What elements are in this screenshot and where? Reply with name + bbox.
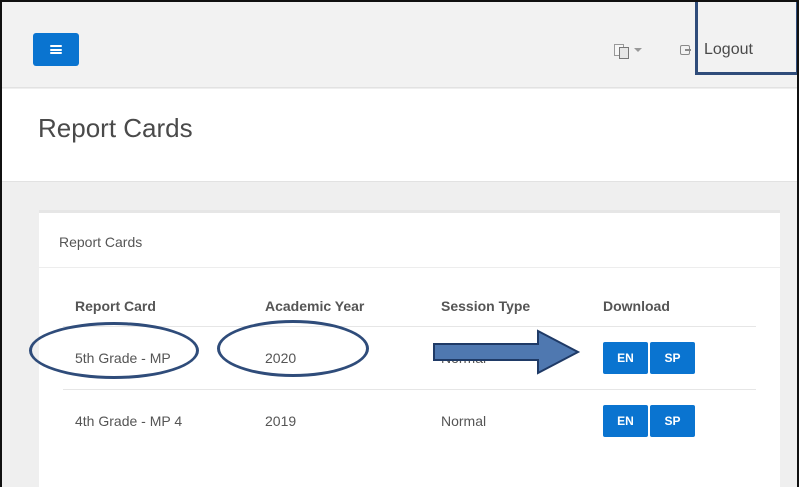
report-card-cell: 5th Grade - MP [63,326,253,390]
table-row: 4th Grade - MP 4 2019 Normal EN SP [63,389,756,452]
logout-icon [680,45,691,55]
hamburger-menu-icon [50,45,62,54]
translate-icon [614,43,629,59]
download-cell: EN SP [591,389,756,452]
top-navbar: Logout [2,2,797,88]
app-window: Logout Report Cards Report Cards Report … [0,0,799,487]
download-en-button[interactable]: EN [603,404,648,437]
report-card-cell: 4th Grade - MP 4 [75,412,183,429]
download-cell: EN SP [591,326,756,390]
page-title: Report Cards [38,113,193,143]
column-header-report-card: Report Card [63,287,253,327]
menu-toggle-button[interactable] [33,33,79,66]
column-header-download: Download [591,287,756,327]
session-type-cell: Normal [441,412,487,429]
caret-down-icon [634,48,642,52]
academic-year-cell: 2020 [253,326,429,390]
column-header-session-type: Session Type [429,287,591,327]
download-en-button[interactable]: EN [603,341,648,374]
session-type-cell: Normal [429,326,591,390]
logout-link[interactable]: Logout [680,39,753,61]
logout-label: Logout [704,41,753,58]
panel-heading: Report Cards [39,213,780,268]
download-sp-button[interactable]: SP [650,404,695,437]
table-header-row: Report Card Academic Year Session Type D… [63,287,756,327]
academic-year-cell: 2019 [265,412,297,429]
panel-title: Report Cards [59,234,143,250]
column-header-academic-year: Academic Year [253,287,429,327]
report-cards-table: Report Card Academic Year Session Type D… [63,287,756,452]
page-header: Report Cards [2,89,797,182]
language-dropdown[interactable] [614,40,642,60]
download-sp-button[interactable]: SP [650,341,695,374]
report-cards-panel: Report Cards Report Card Academic Year S… [39,210,780,487]
table-row: 5th Grade - MP 2020 Normal EN SP [63,326,756,390]
